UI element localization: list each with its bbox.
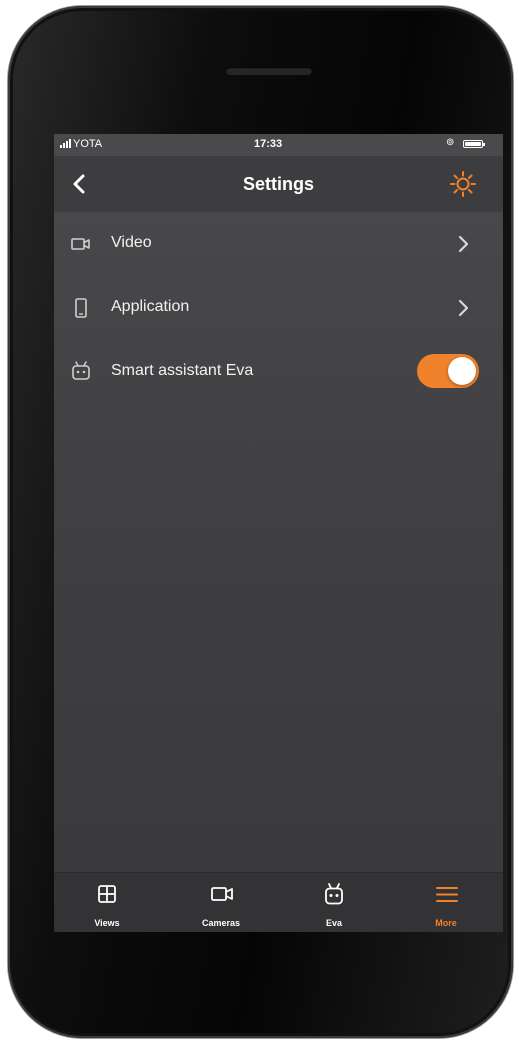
- settings-item-label: Application: [111, 298, 190, 315]
- theme-toggle-button[interactable]: [449, 170, 477, 198]
- tab-label: Cameras: [201, 918, 241, 928]
- status-time: 17:33: [254, 138, 283, 150]
- grid-icon: [98, 885, 116, 903]
- video-camera-icon: [211, 887, 233, 901]
- tab-cameras[interactable]: Cameras: [176, 873, 266, 932]
- app-screen: YOTA 17:33 ⊚ Settings Video Application …: [54, 134, 503, 932]
- phone-frame: YOTA 17:33 ⊚ Settings Video Application …: [8, 6, 513, 1038]
- page-title: Settings: [242, 174, 314, 194]
- smart-assistant-toggle[interactable]: [417, 354, 479, 388]
- settings-item-video[interactable]: Video: [54, 212, 503, 276]
- settings-item-application[interactable]: Application: [54, 276, 503, 340]
- earpiece-speaker: [226, 67, 312, 75]
- tab-label: Views: [94, 918, 120, 928]
- tab-eva[interactable]: Eva: [289, 873, 379, 932]
- tab-label: More: [435, 918, 457, 928]
- settings-list: Video Application Smart assistant Eva: [54, 212, 503, 404]
- video-camera-icon: [71, 238, 90, 250]
- settings-item-label: Video: [111, 234, 152, 251]
- sun-icon: [450, 171, 476, 197]
- signal-icon: [60, 139, 71, 148]
- tab-label: Eva: [325, 918, 342, 928]
- battery-icon: [463, 140, 485, 148]
- orientation-lock-icon: ⊚: [446, 137, 455, 148]
- robot-icon: [325, 883, 343, 905]
- chevron-right-icon: [458, 235, 469, 253]
- carrier-name: YOTA: [73, 138, 103, 150]
- tab-bar: Views Cameras Eva More: [54, 872, 503, 932]
- settings-item-label: Smart assistant Eva: [111, 362, 254, 379]
- robot-icon: [72, 361, 90, 380]
- settings-item-smart-assistant: Smart assistant Eva: [54, 340, 503, 404]
- status-bar: YOTA 17:33 ⊚: [54, 134, 503, 156]
- tab-more[interactable]: More: [401, 873, 491, 932]
- toggle-knob: [448, 357, 476, 385]
- menu-icon: [436, 887, 458, 902]
- phone-icon: [75, 298, 87, 318]
- tab-views[interactable]: Views: [62, 873, 152, 932]
- navigation-bar: Settings: [54, 156, 503, 212]
- chevron-right-icon: [458, 299, 469, 317]
